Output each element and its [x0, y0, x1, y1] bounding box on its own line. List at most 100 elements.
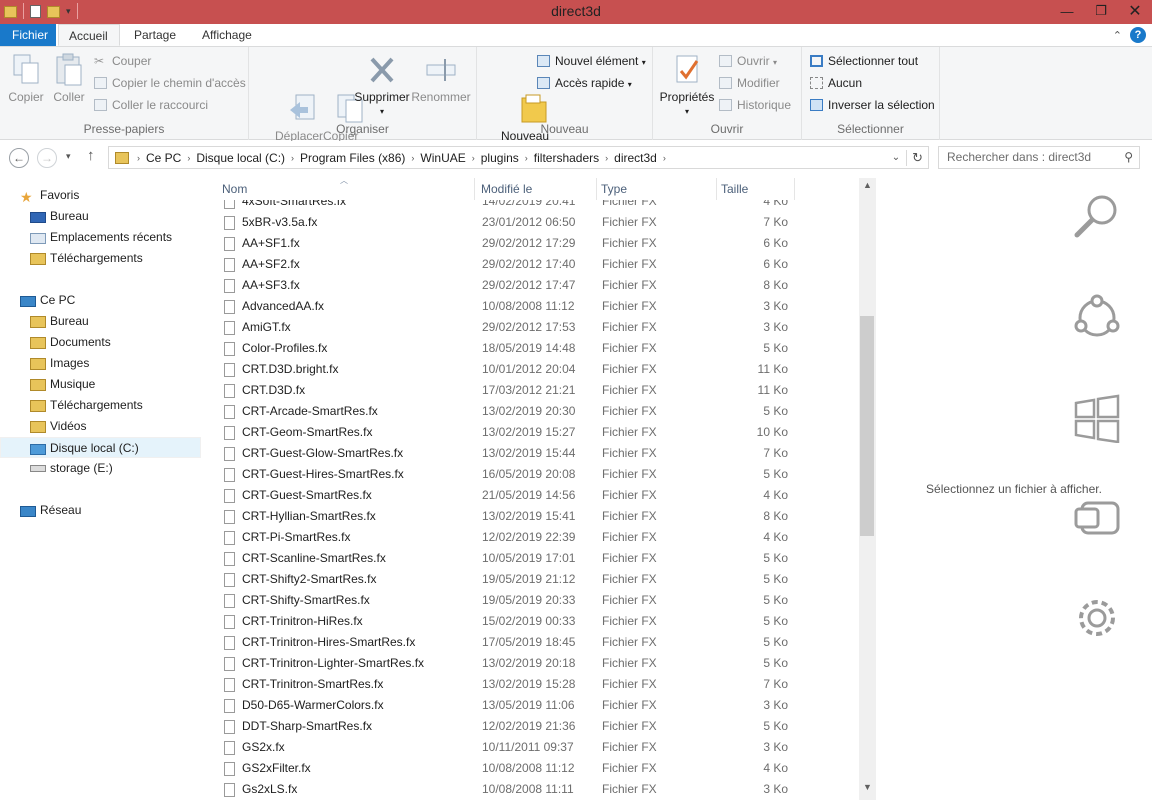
close-button[interactable]: ✕: [1118, 0, 1152, 22]
file-row[interactable]: 5xBR-v3.5a.fx 23/01/2012 06:50 Fichier FX 7…: [218, 212, 860, 233]
file-row[interactable]: GS2xFilter.fx 10/08/2008 11:12 Fichier FX 4…: [218, 758, 860, 779]
file-row[interactable]: CRT-Guest-SmartRes.fx 21/05/2019 14:56 Fic…: [218, 485, 860, 506]
chevron-right-icon[interactable]: ›: [135, 153, 142, 163]
collapse-ribbon-icon[interactable]: ⌃: [1113, 29, 1122, 42]
open-button[interactable]: Ouvrir ▾: [719, 52, 777, 70]
tab-home[interactable]: Accueil: [58, 24, 120, 46]
scroll-down-icon[interactable]: ▼: [859, 780, 876, 794]
file-row[interactable]: AdvancedAA.fx 10/08/2008 11:12 Fichier FX 3…: [218, 296, 860, 317]
chevron-right-icon[interactable]: ›: [523, 153, 530, 163]
paste-button[interactable]: Coller: [50, 51, 88, 104]
file-row[interactable]: Color-Profiles.fx 18/05/2019 14:48 Fichier…: [218, 338, 860, 359]
file-row[interactable]: AA+SF3.fx 29/02/2012 17:47 Fichier FX 8 Ko: [218, 275, 860, 296]
breadcrumb-item[interactable]: Program Files (x86): [296, 151, 409, 165]
breadcrumb-item[interactable]: direct3d: [610, 151, 661, 165]
invert-selection-button[interactable]: Inverser la sélection: [810, 96, 935, 114]
file-row[interactable]: GS2x.fx 10/11/2011 09:37 Fichier FX 3 Ko: [218, 737, 860, 758]
recent-locations-icon[interactable]: ▾: [66, 151, 71, 162]
nav-item-local-disk[interactable]: Disque local (C:): [0, 437, 201, 458]
file-row[interactable]: D50-D65-WarmerColors.fx 13/05/2019 11:06 F…: [218, 695, 860, 716]
scroll-up-icon[interactable]: ▲: [859, 178, 876, 192]
nav-item-desktop[interactable]: Bureau: [30, 311, 89, 332]
nav-network[interactable]: Réseau: [20, 500, 81, 521]
file-row[interactable]: CRT-Hyllian-SmartRes.fx 13/02/2019 15:41 F…: [218, 506, 860, 527]
column-type[interactable]: Type: [597, 178, 717, 200]
copy-path-button[interactable]: Copier le chemin d'accès: [94, 74, 246, 92]
chevron-right-icon[interactable]: ›: [470, 153, 477, 163]
breadcrumb-item[interactable]: filtershaders: [530, 151, 603, 165]
nav-item-music[interactable]: Musique: [30, 374, 95, 395]
file-row[interactable]: CRT-Scanline-SmartRes.fx 10/05/2019 17:01…: [218, 548, 860, 569]
breadcrumb-item[interactable]: Disque local (C:): [192, 151, 289, 165]
tab-share[interactable]: Partage: [124, 24, 186, 46]
file-row[interactable]: CRT-Trinitron-HiRes.fx 15/02/2019 00:33 Fi…: [218, 611, 860, 632]
new-item-button[interactable]: Nouvel élément ▾: [537, 52, 646, 70]
edit-button[interactable]: Modifier: [719, 74, 780, 92]
address-history-icon[interactable]: ⌄: [892, 152, 900, 163]
paste-shortcut-button[interactable]: Coller le raccourci: [94, 96, 208, 114]
up-button[interactable]: ↑: [87, 147, 95, 164]
tab-file[interactable]: Fichier: [0, 24, 56, 46]
column-modified[interactable]: Modifié le: [477, 178, 597, 200]
select-none-button[interactable]: Aucun: [810, 74, 862, 92]
file-row[interactable]: CRT-Arcade-SmartRes.fx 13/02/2019 20:30 Fi…: [218, 401, 860, 422]
nav-item-storage[interactable]: storage (E:): [30, 458, 113, 479]
file-row[interactable]: AA+SF2.fx 29/02/2012 17:40 Fichier FX 6 Ko: [218, 254, 860, 275]
file-row[interactable]: CRT-Guest-Glow-SmartRes.fx 13/02/2019 15:…: [218, 443, 860, 464]
address-bar[interactable]: › Ce PC › Disque local (C:) › Program Fi…: [108, 146, 929, 169]
nav-item-videos[interactable]: Vidéos: [30, 416, 86, 437]
breadcrumb-item[interactable]: Ce PC: [142, 151, 185, 165]
vertical-scrollbar[interactable]: ▲ ▼: [859, 178, 876, 800]
file-row[interactable]: CRT-Trinitron-Lighter-SmartRes.fx 13/02/2…: [218, 653, 860, 674]
nav-item-downloads[interactable]: Téléchargements: [30, 395, 143, 416]
breadcrumb-item[interactable]: WinUAE: [416, 151, 469, 165]
file-row[interactable]: Gs2xLS.fx 10/08/2008 11:11 Fichier FX 3 Ko: [218, 779, 860, 800]
file-row[interactable]: AmiGT.fx 29/02/2012 17:53 Fichier FX 3 Ko: [218, 317, 860, 338]
scrollbar-thumb[interactable]: [860, 316, 874, 536]
properties-button[interactable]: Propriétés ▾: [659, 51, 715, 118]
file-row[interactable]: CRT-Geom-SmartRes.fx 13/02/2019 15:27 Fich…: [218, 422, 860, 443]
easy-access-button[interactable]: Accès rapide ▾: [537, 74, 632, 92]
breadcrumb-item[interactable]: plugins: [477, 151, 523, 165]
file-name: CRT-Shifty2-SmartRes.fx: [242, 572, 377, 586]
file-row[interactable]: AA+SF1.fx 29/02/2012 17:29 Fichier FX 6 Ko: [218, 233, 860, 254]
nav-item-desktop[interactable]: Bureau: [30, 206, 89, 227]
refresh-icon[interactable]: ↻: [906, 149, 928, 166]
copy-button[interactable]: Copier: [6, 51, 46, 104]
back-button[interactable]: ←: [9, 148, 29, 168]
forward-button[interactable]: →: [37, 148, 57, 168]
tab-view[interactable]: Affichage: [192, 24, 262, 46]
file-row[interactable]: CRT-Trinitron-SmartRes.fx 13/02/2019 15:2…: [218, 674, 860, 695]
nav-item-downloads[interactable]: Téléchargements: [30, 248, 143, 269]
nav-item-documents[interactable]: Documents: [30, 332, 111, 353]
column-size[interactable]: Taille: [717, 178, 795, 200]
select-all-button[interactable]: Sélectionner tout: [810, 52, 918, 70]
search-input[interactable]: Rechercher dans : direct3d ⚲: [938, 146, 1140, 169]
file-row[interactable]: CRT-Shifty2-SmartRes.fx 19/05/2019 21:12 F…: [218, 569, 860, 590]
nav-item-recent[interactable]: Emplacements récents: [30, 227, 172, 248]
chevron-right-icon[interactable]: ›: [603, 153, 610, 163]
history-button[interactable]: Historique: [719, 96, 791, 114]
chevron-right-icon[interactable]: ›: [185, 153, 192, 163]
nav-this-pc[interactable]: Ce PC: [20, 290, 75, 311]
delete-button[interactable]: Supprimer ▾: [353, 51, 411, 118]
nav-item-pictures[interactable]: Images: [30, 353, 89, 374]
cut-button[interactable]: ✂ Couper: [94, 52, 151, 70]
chevron-right-icon[interactable]: ›: [409, 153, 416, 163]
file-row[interactable]: CRT-Pi-SmartRes.fx 12/02/2019 22:39 Fichie…: [218, 527, 860, 548]
maximize-button[interactable]: ❐: [1084, 0, 1118, 22]
file-row[interactable]: CRT-Trinitron-Hires-SmartRes.fx 17/05/201…: [218, 632, 860, 653]
file-row[interactable]: CRT-Shifty-SmartRes.fx 19/05/2019 20:33 Fi…: [218, 590, 860, 611]
file-row[interactable]: DDT-Sharp-SmartRes.fx 12/02/2019 21:36 Fic…: [218, 716, 860, 737]
minimize-button[interactable]: —: [1050, 0, 1084, 22]
rename-button[interactable]: Renommer: [411, 51, 471, 104]
chevron-right-icon[interactable]: ›: [661, 153, 668, 163]
file-row[interactable]: CRT.D3D.bright.fx 10/01/2012 20:04 Fichier…: [218, 359, 860, 380]
help-icon[interactable]: ?: [1130, 27, 1146, 43]
column-name[interactable]: Nom ︿: [218, 178, 475, 200]
file-modified: 13/02/2019 15:41: [482, 509, 576, 523]
nav-favorites[interactable]: ★ Favoris: [20, 185, 79, 206]
chevron-right-icon[interactable]: ›: [289, 153, 296, 163]
file-row[interactable]: CRT-Guest-Hires-SmartRes.fx 16/05/2019 20…: [218, 464, 860, 485]
file-row[interactable]: CRT.D3D.fx 17/03/2012 21:21 Fichier FX 11 K…: [218, 380, 860, 401]
